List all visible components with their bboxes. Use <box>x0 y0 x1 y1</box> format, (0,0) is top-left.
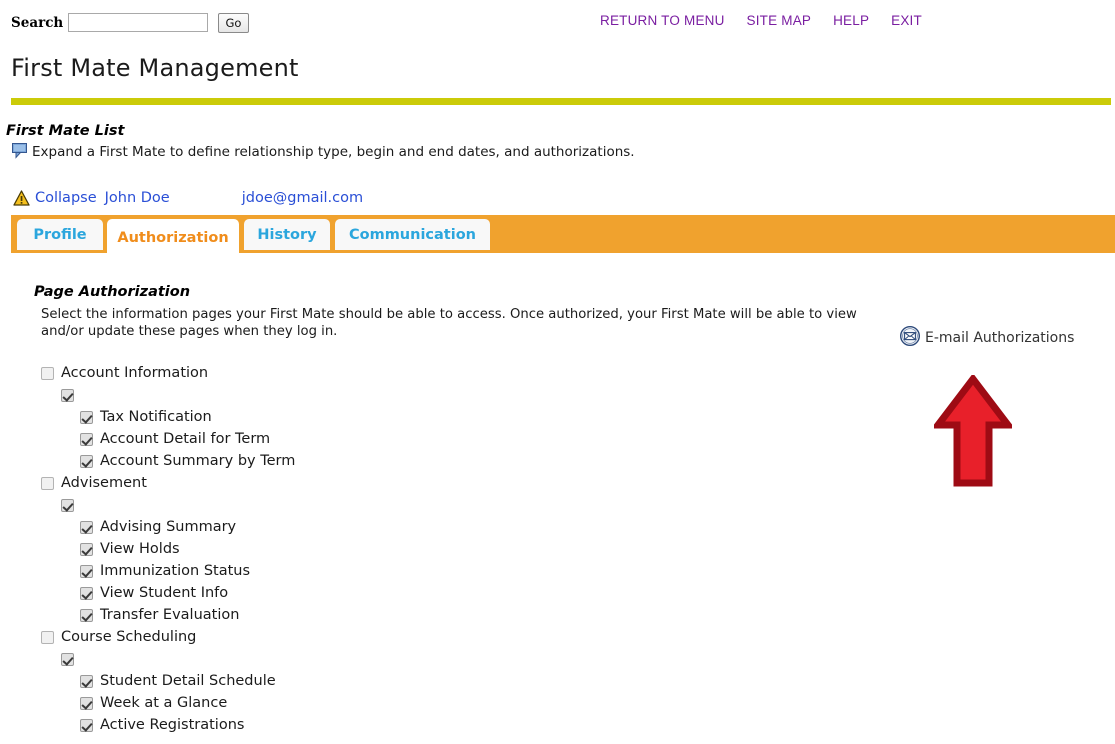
auth-group-toggle-advisement <box>41 494 601 516</box>
first-mate-hint: Expand a First Mate to define relationsh… <box>12 144 635 160</box>
auth-item-active-registrations-label: Active Registrations <box>100 717 244 733</box>
auth-item-active-registrations-checkbox[interactable] <box>80 719 93 732</box>
auth-group-advisement: Advisement <box>41 472 601 494</box>
auth-item-account-detail-for-term: Account Detail for Term <box>41 428 601 450</box>
tab-communication[interactable]: Communication <box>335 219 490 253</box>
top-search-bar: Search Go RETURN TO MENU SITE MAP HELP E… <box>0 0 1115 40</box>
auth-item-immunization-status-checkbox[interactable] <box>80 565 93 578</box>
auth-item-student-detail-schedule: Student Detail Schedule <box>41 670 601 692</box>
auth-item-transfer-evaluation: Transfer Evaluation <box>41 604 601 626</box>
auth-group-toggle-course-scheduling-checkbox[interactable] <box>61 653 74 666</box>
search-label: Search <box>11 15 63 31</box>
auth-item-advising-summary-label: Advising Summary <box>100 519 236 535</box>
help-link[interactable]: HELP <box>833 13 869 28</box>
authorization-tree: Account Information Tax Notification Accou… <box>41 362 601 736</box>
first-mate-hint-text: Expand a First Mate to define relationsh… <box>32 144 635 160</box>
first-mate-row: Collapse John Doe jdoe@gmail.com <box>13 190 363 206</box>
auth-item-active-registrations: Active Registrations <box>41 714 601 736</box>
auth-item-student-detail-schedule-label: Student Detail Schedule <box>100 673 276 689</box>
search-go-button[interactable]: Go <box>218 13 249 33</box>
auth-item-transfer-evaluation-checkbox[interactable] <box>80 609 93 622</box>
auth-item-view-student-info-label: View Student Info <box>100 585 228 601</box>
auth-item-tax-notification: Tax Notification <box>41 406 601 428</box>
top-nav-links: RETURN TO MENU SITE MAP HELP EXIT <box>600 13 922 28</box>
auth-item-view-holds: View Holds <box>41 538 601 560</box>
email-authorizations-label: E-mail Authorizations <box>925 330 1074 346</box>
search-input[interactable] <box>68 13 208 32</box>
auth-item-week-at-a-glance: Week at a Glance <box>41 692 601 714</box>
tab-authorization[interactable]: Authorization <box>107 219 239 257</box>
auth-group-toggle-course-scheduling <box>41 648 601 670</box>
auth-group-advisement-checkbox[interactable] <box>41 477 54 490</box>
first-mate-list-heading: First Mate List <box>6 123 124 139</box>
auth-item-transfer-evaluation-label: Transfer Evaluation <box>100 607 239 623</box>
panel-description: Select the information pages your First … <box>41 307 886 340</box>
first-mate-email-link[interactable]: jdoe@gmail.com <box>242 190 363 206</box>
email-authorizations-button[interactable]: E-mail Authorizations <box>899 325 1074 351</box>
auth-item-view-holds-label: View Holds <box>100 541 180 557</box>
page-title: First Mate Management <box>11 54 299 82</box>
panel-heading: Page Authorization <box>34 284 190 300</box>
auth-item-account-detail-for-term-checkbox[interactable] <box>80 433 93 446</box>
title-divider <box>11 98 1111 105</box>
auth-item-view-student-info-checkbox[interactable] <box>80 587 93 600</box>
auth-item-advising-summary-checkbox[interactable] <box>80 521 93 534</box>
red-up-arrow-annotation <box>934 375 1012 487</box>
auth-group-toggle-advisement-checkbox[interactable] <box>61 499 74 512</box>
auth-group-account-information-label: Account Information <box>61 365 208 381</box>
auth-group-course-scheduling-label: Course Scheduling <box>61 629 196 645</box>
collapse-link[interactable]: Collapse <box>35 190 97 206</box>
exit-link[interactable]: EXIT <box>891 13 922 28</box>
auth-group-course-scheduling-checkbox[interactable] <box>41 631 54 644</box>
auth-item-immunization-status-label: Immunization Status <box>100 563 250 579</box>
auth-item-immunization-status: Immunization Status <box>41 560 601 582</box>
auth-group-advisement-label: Advisement <box>61 475 147 491</box>
first-mate-name-link[interactable]: John Doe <box>105 190 170 206</box>
auth-group-course-scheduling: Course Scheduling <box>41 626 601 648</box>
tab-bar: Profile Authorization History Communicat… <box>11 215 1115 253</box>
auth-item-account-summary-by-term-label: Account Summary by Term <box>100 453 295 469</box>
return-to-menu-link[interactable]: RETURN TO MENU <box>600 13 725 28</box>
auth-item-week-at-a-glance-checkbox[interactable] <box>80 697 93 710</box>
auth-group-account-information-checkbox[interactable] <box>41 367 54 380</box>
auth-item-week-at-a-glance-label: Week at a Glance <box>100 695 227 711</box>
app-root: Search Go RETURN TO MENU SITE MAP HELP E… <box>0 0 1115 744</box>
auth-item-tax-notification-checkbox[interactable] <box>80 411 93 424</box>
tab-profile[interactable]: Profile <box>17 219 103 253</box>
warning-triangle-icon <box>13 190 30 206</box>
auth-item-account-detail-for-term-label: Account Detail for Term <box>100 431 270 447</box>
auth-item-tax-notification-label: Tax Notification <box>100 409 212 425</box>
auth-item-view-student-info: View Student Info <box>41 582 601 604</box>
auth-group-toggle-account-information <box>41 384 601 406</box>
tab-history[interactable]: History <box>244 219 330 253</box>
auth-group-account-information: Account Information <box>41 362 601 384</box>
auth-item-student-detail-schedule-checkbox[interactable] <box>80 675 93 688</box>
callout-icon <box>12 143 27 159</box>
site-map-link[interactable]: SITE MAP <box>747 13 812 28</box>
auth-group-toggle-account-information-checkbox[interactable] <box>61 389 74 402</box>
auth-item-view-holds-checkbox[interactable] <box>80 543 93 556</box>
envelope-circle-icon <box>899 325 921 351</box>
auth-item-advising-summary: Advising Summary <box>41 516 601 538</box>
auth-item-account-summary-by-term-checkbox[interactable] <box>80 455 93 468</box>
auth-item-account-summary-by-term: Account Summary by Term <box>41 450 601 472</box>
